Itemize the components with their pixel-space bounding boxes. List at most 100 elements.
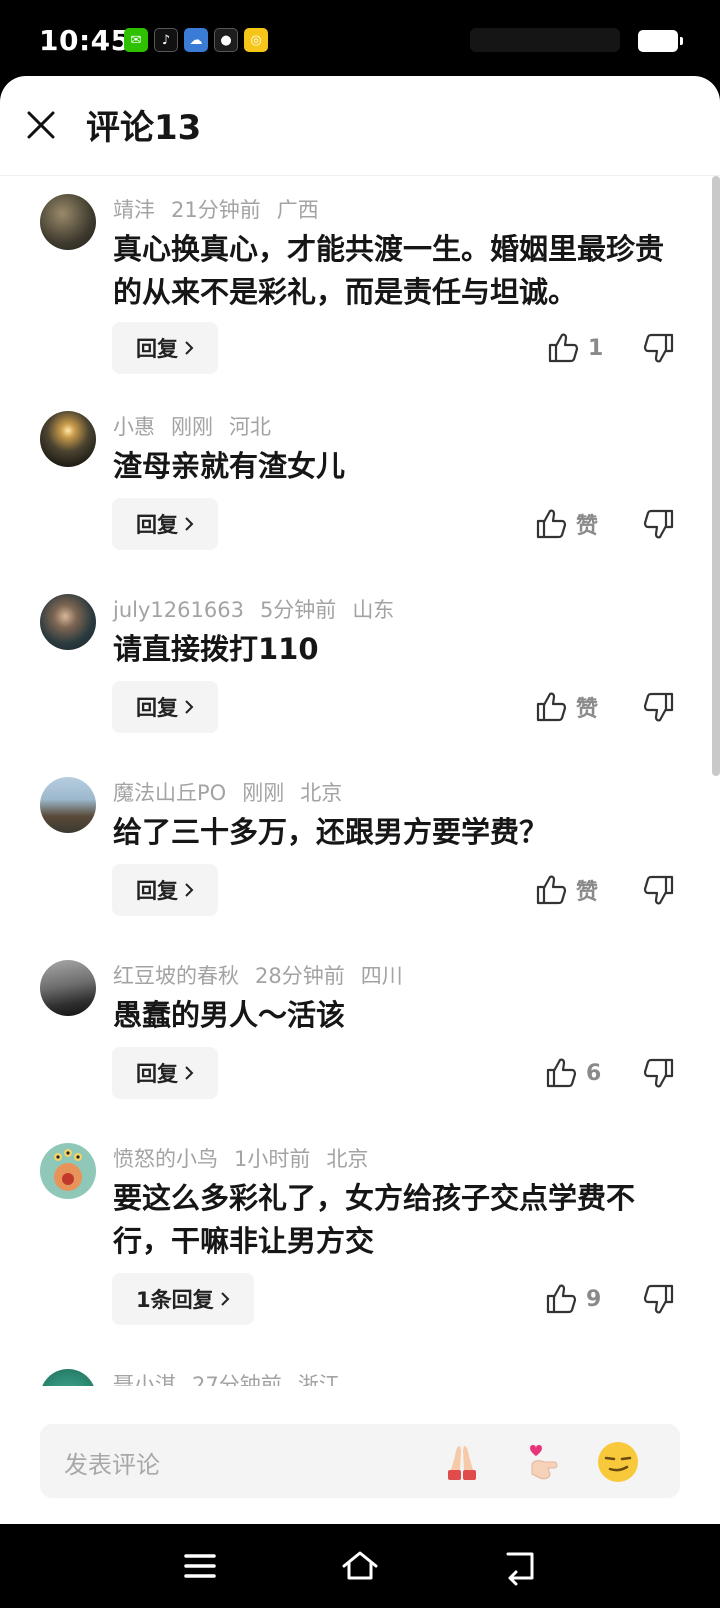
thumbs-down-icon[interactable] bbox=[642, 690, 676, 724]
thumbs-down-icon[interactable] bbox=[642, 873, 676, 907]
app-icon: ◎ bbox=[244, 28, 268, 52]
like-button[interactable]: 9 bbox=[544, 1282, 601, 1316]
comment-meta: 愤怒的小鸟 1小时前 北京 bbox=[113, 1143, 384, 1173]
comment-region: 浙江 bbox=[297, 1373, 340, 1386]
comment-text: 愚蠢的男人～活该 bbox=[113, 998, 346, 1032]
thumbs-down-icon[interactable] bbox=[642, 331, 676, 365]
like-count: 赞 bbox=[576, 514, 599, 539]
comment-time: 21分钟前 bbox=[171, 198, 261, 222]
comment-meta: 红豆坡的春秋 28分钟前 四川 bbox=[113, 960, 419, 990]
system-nav-bar bbox=[0, 1524, 720, 1608]
comment-text: 请直接拨打110 bbox=[113, 632, 319, 666]
home-icon[interactable] bbox=[340, 1546, 380, 1586]
reply-button[interactable]: 回复 bbox=[112, 864, 218, 916]
chevron-right-icon bbox=[185, 517, 194, 531]
comment-region: 北京 bbox=[326, 1147, 369, 1171]
finger-heart-emoji[interactable] bbox=[520, 1440, 564, 1484]
comment-time: 刚刚 bbox=[171, 415, 213, 439]
reply-button[interactable]: 回复 bbox=[112, 322, 218, 374]
comment-text: 要这么多彩礼了，女方给孩子交点学费不行，干嘛非让男方交 bbox=[113, 1181, 636, 1258]
angry-bird-avatar bbox=[54, 1149, 82, 1191]
comment-input[interactable]: 发表评论 bbox=[40, 1424, 680, 1498]
chevron-right-icon bbox=[220, 1292, 230, 1306]
avatar[interactable] bbox=[40, 411, 96, 467]
menu-icon[interactable] bbox=[180, 1546, 220, 1586]
reply-label: 1条回复 bbox=[136, 1288, 214, 1312]
reply-label: 回复 bbox=[136, 337, 178, 361]
thumbs-down-icon[interactable] bbox=[642, 1056, 676, 1090]
comment-region: 北京 bbox=[300, 781, 343, 805]
thumbs-up-icon bbox=[536, 692, 567, 722]
back-icon[interactable] bbox=[500, 1546, 540, 1586]
avatar[interactable] bbox=[40, 960, 96, 1016]
chevron-right-icon bbox=[185, 700, 194, 714]
comment-text: 渣母亲就有渣女儿 bbox=[113, 449, 346, 483]
username[interactable]: 小惠 bbox=[113, 415, 155, 439]
like-button[interactable]: 1 bbox=[546, 331, 603, 365]
like-button[interactable]: 赞 bbox=[534, 873, 598, 907]
like-count: 9 bbox=[586, 1286, 602, 1312]
comment-text: 真心换真心，才能共渡一生。婚姻里最珍贵的从来不是彩礼，而是责任与坦诚。 bbox=[113, 232, 665, 309]
thumbs-up-icon bbox=[548, 333, 579, 363]
avatar[interactable] bbox=[40, 194, 96, 250]
like-count: 6 bbox=[586, 1060, 602, 1086]
comment-time: 28分钟前 bbox=[255, 964, 345, 988]
reply-label: 回复 bbox=[136, 879, 178, 903]
douyin-icon: ♪ bbox=[154, 28, 178, 52]
thumbs-down-icon[interactable] bbox=[642, 1282, 676, 1316]
reply-label: 回复 bbox=[136, 513, 178, 537]
folded-hands-emoji[interactable] bbox=[440, 1440, 484, 1484]
wechat-icon: ✉ bbox=[124, 28, 148, 52]
like-count: 赞 bbox=[576, 697, 599, 722]
reply-button[interactable]: 回复 bbox=[112, 498, 218, 550]
username[interactable]: 愤怒的小鸟 bbox=[113, 1147, 218, 1171]
chevron-right-icon bbox=[185, 1066, 194, 1080]
status-time: 10:45 bbox=[39, 24, 131, 57]
close-icon[interactable] bbox=[22, 106, 60, 144]
thumbs-up-icon bbox=[536, 875, 567, 905]
comment-time: 27分钟前 bbox=[192, 1373, 282, 1386]
chevron-right-icon bbox=[185, 341, 194, 355]
comment-region: 河北 bbox=[229, 415, 271, 439]
reply-button[interactable]: 回复 bbox=[112, 1047, 218, 1099]
like-count: 1 bbox=[588, 335, 604, 361]
status-bar: 10:45 ✉ ♪ ☁ ● ◎ bbox=[0, 0, 720, 76]
sheet-header: 评论13 bbox=[0, 76, 720, 176]
comment-region: 四川 bbox=[360, 964, 403, 988]
username[interactable]: 红豆坡的春秋 bbox=[113, 964, 239, 988]
reply-button[interactable]: 回复 bbox=[112, 681, 218, 733]
like-count: 赞 bbox=[576, 880, 599, 905]
username[interactable]: 魔法山丘PO bbox=[113, 781, 226, 805]
comment-meta: 小惠 刚刚 河北 bbox=[113, 411, 287, 441]
like-button[interactable]: 6 bbox=[544, 1056, 601, 1090]
chevron-right-icon bbox=[185, 883, 194, 897]
username[interactable]: july1261663 bbox=[113, 598, 244, 622]
like-button[interactable]: 赞 bbox=[534, 690, 598, 724]
page-title: 评论13 bbox=[86, 108, 202, 148]
avatar[interactable] bbox=[40, 777, 96, 833]
qq-icon: ● bbox=[214, 28, 238, 52]
smirk-emoji[interactable] bbox=[596, 1440, 640, 1484]
thumbs-up-icon bbox=[546, 1284, 577, 1314]
avatar[interactable] bbox=[40, 1143, 96, 1199]
comment-meta: july1261663 5分钟前 山东 bbox=[113, 594, 410, 624]
like-button[interactable]: 赞 bbox=[534, 507, 598, 541]
battery-icon bbox=[638, 30, 683, 52]
comment-meta: 靖沣 21分钟前 广西 bbox=[113, 194, 335, 224]
comment-region: 山东 bbox=[352, 598, 395, 622]
reply-label: 回复 bbox=[136, 696, 178, 720]
username[interactable]: 聂小淇 bbox=[113, 1373, 176, 1386]
comment-input-placeholder: 发表评论 bbox=[64, 1451, 160, 1479]
comment-time: 刚刚 bbox=[242, 781, 285, 805]
app-icon: ☁ bbox=[184, 28, 208, 52]
comment-time: 1小时前 bbox=[234, 1147, 311, 1171]
comment-region: 广西 bbox=[276, 198, 319, 222]
comment-list[interactable]: 靖沣 21分钟前 广西 真心换真心，才能共渡一生。婚姻里最珍贵的从来不是彩礼，而是责… bbox=[0, 176, 720, 1386]
username[interactable]: 靖沣 bbox=[113, 198, 155, 222]
avatar[interactable] bbox=[40, 594, 96, 650]
reply-button[interactable]: 1条回复 bbox=[112, 1273, 254, 1325]
thumbs-down-icon[interactable] bbox=[642, 507, 676, 541]
thumbs-up-icon bbox=[546, 1058, 577, 1088]
comment-time: 5分钟前 bbox=[259, 598, 337, 622]
avatar[interactable] bbox=[40, 1369, 96, 1386]
